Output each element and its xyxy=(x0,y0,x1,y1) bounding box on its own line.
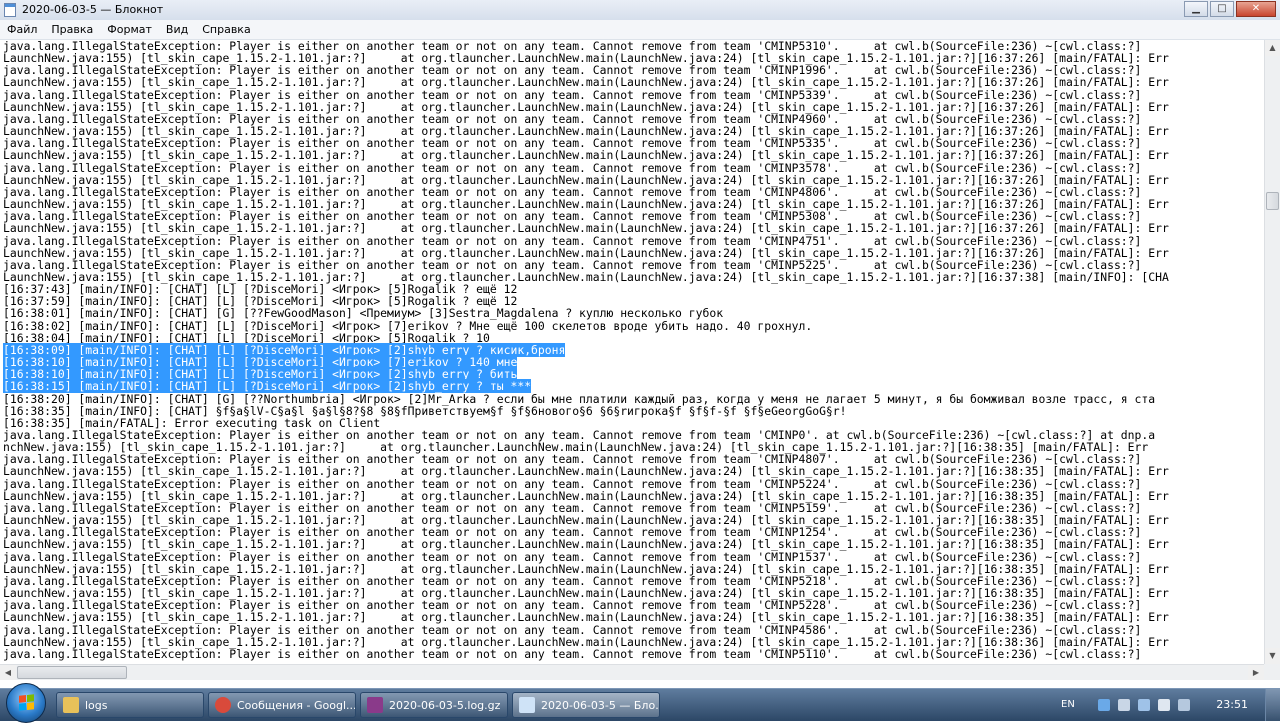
taskbar-item-chrome[interactable]: Сообщения - Googl... xyxy=(208,692,356,718)
scroll-up-arrow-icon[interactable]: ▲ xyxy=(1265,40,1280,56)
text-line[interactable]: java.lang.IllegalStateException: Player … xyxy=(3,648,1264,660)
vertical-scroll-thumb[interactable] xyxy=(1266,192,1279,210)
notepad-icon xyxy=(519,697,535,713)
network-icon[interactable] xyxy=(1138,699,1150,711)
text-line-content: java.lang.IllegalStateException: Player … xyxy=(3,646,1142,661)
winrar-icon xyxy=(367,697,383,713)
menu-edit[interactable]: Правка xyxy=(44,20,100,39)
maximize-button[interactable]: □ xyxy=(1210,1,1234,17)
notepad-icon xyxy=(4,3,16,17)
scrollbar-corner xyxy=(1264,664,1280,680)
scroll-down-arrow-icon[interactable]: ▼ xyxy=(1265,648,1280,664)
taskbar-item-label: 2020-06-03-5.log.gz xyxy=(389,698,501,712)
clock[interactable]: 23:51 xyxy=(1216,698,1248,711)
taskbar: logs Сообщения - Googl... 2020-06-03-5.l… xyxy=(0,683,1280,723)
taskbar-item-notepad[interactable]: 2020-06-03-5 — Бло... xyxy=(512,692,660,718)
taskbar-item-logs[interactable]: logs xyxy=(56,692,204,718)
menu-format[interactable]: Формат xyxy=(100,20,159,39)
taskbar-item-label: Сообщения - Googl... xyxy=(237,698,356,712)
menu-file[interactable]: Файл xyxy=(0,20,44,39)
taskbar-item-archive[interactable]: 2020-06-03-5.log.gz xyxy=(360,692,508,718)
folder-icon xyxy=(63,697,79,713)
window-title: 2020-06-03-5 — Блокнот xyxy=(22,3,164,16)
flag-icon[interactable] xyxy=(1118,699,1130,711)
volume-icon[interactable] xyxy=(1158,699,1170,711)
taskbar-item-label: 2020-06-03-5 — Бло... xyxy=(541,698,660,712)
taskbar-item-label: logs xyxy=(85,698,108,712)
menu-view[interactable]: Вид xyxy=(159,20,195,39)
vertical-scrollbar[interactable]: ▲ ▼ xyxy=(1264,40,1280,664)
start-button[interactable] xyxy=(6,683,46,723)
language-indicator[interactable]: EN xyxy=(1061,699,1075,710)
window-controls: ▁ □ ✕ xyxy=(1182,1,1276,19)
menu-bar: Файл Правка Формат Вид Справка xyxy=(0,20,1280,40)
editor-content[interactable]: java.lang.IllegalStateException: Player … xyxy=(0,40,1264,660)
text-editor[interactable]: java.lang.IllegalStateException: Player … xyxy=(0,40,1264,664)
system-tray: EN 23:51 xyxy=(1050,689,1280,721)
minimize-button[interactable]: ▁ xyxy=(1184,1,1208,17)
windows-logo-icon xyxy=(19,694,34,711)
menu-help[interactable]: Справка xyxy=(195,20,257,39)
horizontal-scrollbar[interactable]: ◀ ▶ xyxy=(0,664,1264,680)
show-desktop-button[interactable] xyxy=(1265,689,1280,721)
app-tray-icon[interactable] xyxy=(1178,699,1190,711)
close-button[interactable]: ✕ xyxy=(1236,1,1276,17)
horizontal-scroll-thumb[interactable] xyxy=(17,666,127,679)
notification-icon[interactable] xyxy=(1098,699,1110,711)
chrome-icon xyxy=(215,697,231,713)
title-bar[interactable]: 2020-06-03-5 — Блокнот ▁ □ ✕ xyxy=(0,0,1280,21)
scroll-left-arrow-icon[interactable]: ◀ xyxy=(0,665,16,680)
scroll-right-arrow-icon[interactable]: ▶ xyxy=(1248,665,1264,680)
